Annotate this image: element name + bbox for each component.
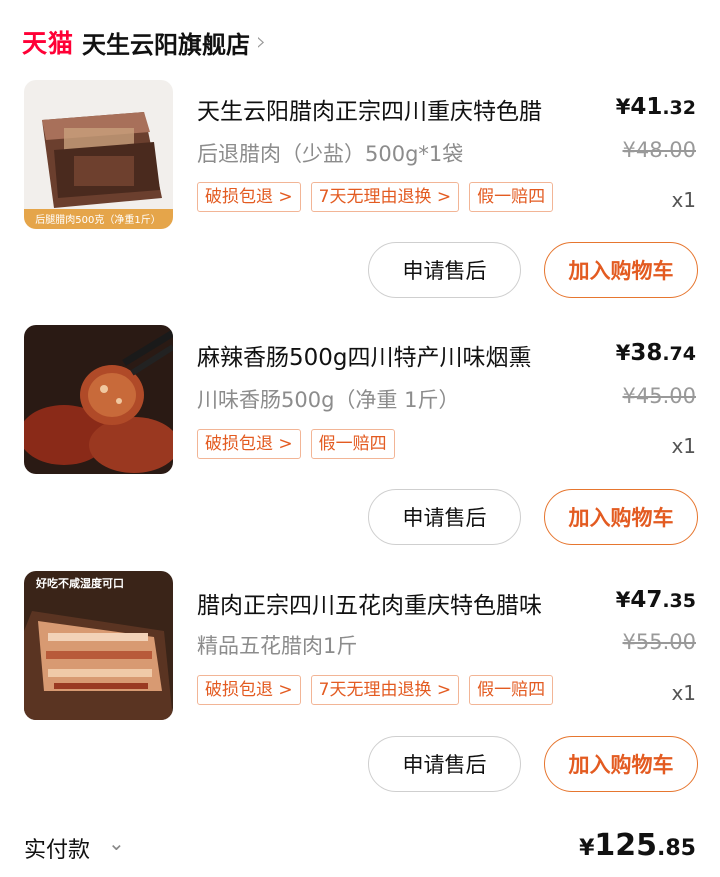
currency-symbol: ¥: [579, 836, 595, 861]
price-integer: 38: [630, 340, 663, 366]
thumb-caption: 后腿腊肉500克（净重1斤）: [35, 213, 160, 226]
product-image[interactable]: 后腿腊肉500克（净重1斤）: [24, 80, 173, 229]
payment-total-row: 实付款 ⌄ ¥125.85: [0, 822, 720, 872]
after-sales-button[interactable]: 申请售后: [368, 736, 521, 792]
tag-damage-refund[interactable]: 破损包退 >: [197, 429, 301, 459]
price-decimal: .74: [662, 343, 696, 365]
currency-symbol: ¥: [615, 95, 631, 119]
original-price: ¥55.00: [622, 630, 696, 654]
quantity: x1: [671, 188, 696, 212]
price-decimal: .32: [662, 97, 696, 119]
shop-header[interactable]: 天猫 天生云阳旗舰店 ›: [22, 22, 266, 62]
product-image[interactable]: [24, 325, 173, 474]
product-sku: 川味香肠500g（净重 1斤）: [197, 388, 460, 412]
product-price: ¥38.74: [616, 340, 696, 366]
after-sales-button[interactable]: 申请售后: [368, 242, 521, 298]
product-price: ¥41.32: [616, 94, 696, 120]
tmall-logo: 天猫: [22, 29, 75, 58]
product-title[interactable]: 麻辣香肠500g四川特产川味烟熏: [197, 338, 607, 372]
chevron-down-icon[interactable]: ⌄: [108, 831, 125, 855]
after-sales-button[interactable]: 申请售后: [368, 489, 521, 545]
chevron-right-icon[interactable]: ›: [256, 27, 266, 57]
total-label[interactable]: 实付款: [24, 832, 90, 864]
tag-damage-refund[interactable]: 破损包退 >: [197, 675, 301, 705]
product-title[interactable]: 天生云阳腊肉正宗四川重庆特色腊: [197, 92, 607, 126]
product-title[interactable]: 腊肉正宗四川五花肉重庆特色腊味: [197, 586, 607, 620]
product-image[interactable]: 好吃不咸湿度可口: [24, 571, 173, 720]
price-integer: 41: [630, 94, 663, 120]
add-to-cart-button[interactable]: 加入购物车: [544, 489, 698, 545]
total-integer: 125: [594, 828, 658, 863]
tag-fake-compensate: 假一赔四: [310, 429, 395, 459]
tag-7day-return[interactable]: 7天无理由退换 >: [310, 182, 460, 212]
service-tags: 破损包退 > 假一赔四: [197, 429, 395, 459]
tag-7day-return[interactable]: 7天无理由退换 >: [310, 675, 460, 705]
original-price: ¥48.00: [622, 138, 696, 162]
price-integer: 47: [630, 587, 663, 613]
tag-fake-compensate: 假一赔四: [469, 182, 554, 212]
thumb-caption: 好吃不咸湿度可口: [35, 576, 124, 590]
total-decimal: .85: [657, 836, 696, 861]
product-price: ¥47.35: [616, 587, 696, 613]
total-amount: ¥125.85: [579, 828, 696, 863]
service-tags: 破损包退 > 7天无理由退换 > 假一赔四: [197, 675, 554, 705]
service-tags: 破损包退 > 7天无理由退换 > 假一赔四: [197, 182, 554, 212]
add-to-cart-button[interactable]: 加入购物车: [544, 736, 698, 792]
product-sku: 精品五花腊肉1斤: [197, 634, 358, 658]
price-decimal: .35: [662, 590, 696, 612]
add-to-cart-button[interactable]: 加入购物车: [544, 242, 698, 298]
tag-damage-refund[interactable]: 破损包退 >: [197, 182, 301, 212]
currency-symbol: ¥: [615, 588, 631, 612]
currency-symbol: ¥: [615, 341, 631, 365]
quantity: x1: [671, 434, 696, 458]
quantity: x1: [671, 681, 696, 705]
shop-name[interactable]: 天生云阳旗舰店: [82, 25, 250, 60]
tag-fake-compensate: 假一赔四: [469, 675, 554, 705]
product-sku: 后退腊肉（少盐）500g*1袋: [197, 142, 464, 166]
original-price: ¥45.00: [622, 384, 696, 408]
